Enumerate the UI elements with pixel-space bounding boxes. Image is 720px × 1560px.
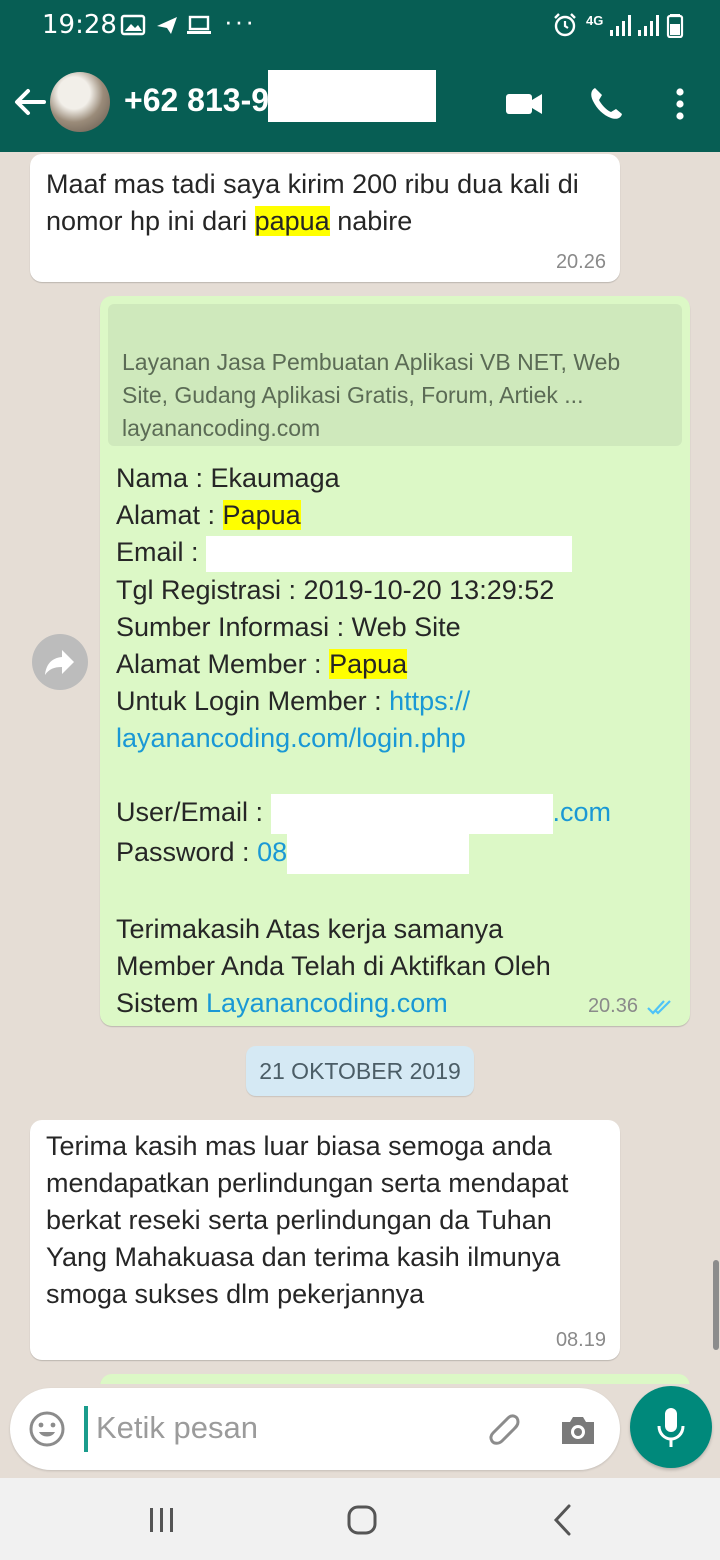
redacted-block [287, 833, 470, 874]
login-link[interactable]: https:// [389, 686, 470, 716]
email-link[interactable]: .com [553, 797, 612, 827]
label: Password : [116, 837, 258, 867]
message-input[interactable]: Ketik pesan [96, 1410, 258, 1446]
label: Untuk Login Member : [116, 685, 390, 716]
menu-dots-icon[interactable] [658, 82, 702, 126]
alarm-icon [554, 13, 576, 37]
signal-icon [610, 15, 631, 36]
incoming-message[interactable]: Terima kasih mas luar biasa semoga anda … [30, 1120, 620, 1360]
redacted-block [206, 535, 573, 572]
line-nama: Nama : Ekaumaga [116, 463, 340, 493]
site-link[interactable]: Layanancoding.com [206, 988, 448, 1018]
message-text-part: nabire [329, 206, 413, 236]
chat-header: +62 813-9 [0, 52, 720, 152]
label: Alamat Member : [116, 648, 330, 679]
forward-button[interactable] [32, 634, 88, 690]
link-preview-domain: layanancoding.com [122, 415, 321, 441]
line-alamat-member: Alamat Member : Papua [116, 646, 678, 683]
microphone-icon [657, 1408, 685, 1447]
gallery-icon [120, 14, 146, 36]
voice-record-button[interactable] [630, 1386, 712, 1468]
login-link[interactable]: layanancoding.com/login.php [116, 720, 678, 757]
outgoing-message[interactable]: Layanan Jasa Pembuatan Aplikasi VB NET, … [100, 296, 690, 1026]
attach-icon[interactable] [484, 1408, 524, 1452]
line-tgl: Tgl Registrasi : 2019-10-20 13:29:52 [116, 574, 555, 605]
highlighted-word: papua [254, 206, 330, 236]
recent-apps-icon[interactable] [142, 1500, 182, 1540]
more-notifications-icon: ··· [224, 6, 256, 36]
line-sumber: Sumber Informasi : Web Site [116, 611, 461, 642]
redacted-block [270, 793, 553, 834]
line-email: Email : [116, 534, 678, 572]
outgoing-message[interactable] [100, 1374, 690, 1384]
label: User/Email : [116, 797, 271, 827]
incoming-message[interactable]: Maaf mas tadi saya kirim 200 ribu dua ka… [30, 154, 620, 282]
label: Sistem [116, 987, 207, 1018]
emoji-icon[interactable] [28, 1410, 66, 1448]
text-cursor [84, 1406, 88, 1452]
battery-icon [666, 14, 684, 38]
label: Email : [116, 537, 207, 567]
line-login: Untuk Login Member : https:// [116, 683, 678, 720]
highlighted-word: Papua [222, 500, 301, 530]
line-thanks: Member Anda Telah di Aktifkan Oleh [116, 950, 551, 981]
message-text: Terima kasih mas luar biasa semoga anda … [46, 1131, 569, 1309]
line-password: Password : 08 [116, 833, 678, 874]
forward-icon [45, 650, 74, 675]
message-time: 08.19 [555, 1329, 606, 1351]
link-preview-title: Layanan Jasa Pembuatan Aplikasi VB NET, … [122, 349, 621, 408]
phone-link[interactable]: 08 [257, 837, 287, 867]
avatar[interactable] [50, 72, 110, 132]
message-time: 20.36 [587, 995, 638, 1017]
line-user: User/Email : .com [116, 793, 678, 834]
network-type-label: 4G [586, 13, 604, 28]
message-list[interactable]: Maaf mas tadi saya kirim 200 ribu dua ka… [0, 152, 720, 1384]
scrollbar[interactable] [713, 1260, 719, 1350]
system-nav-bar [0, 1478, 720, 1560]
redacted-block [268, 70, 436, 122]
plane-icon [157, 17, 177, 34]
read-receipt-icon [647, 1000, 671, 1015]
line-thanks: Terimakasih Atas kerja samanya [116, 913, 504, 944]
video-call-icon[interactable] [502, 82, 546, 126]
line-alamat: Alamat : Papua [116, 497, 678, 534]
message-time: 20.26 [555, 251, 606, 273]
date-separator: 21 OKTOBER 2019 [246, 1046, 474, 1096]
home-icon[interactable] [342, 1500, 382, 1540]
back-icon[interactable] [544, 1500, 584, 1540]
message-text: Maaf mas tadi saya kirim 200 ribu dua ka… [46, 166, 606, 240]
contact-name[interactable]: +62 813-9 [124, 82, 269, 119]
status-time: 19:28 [42, 10, 117, 40]
voice-call-icon[interactable] [584, 82, 628, 126]
label: Alamat : [116, 500, 223, 530]
message-composer[interactable]: Ketik pesan [10, 1388, 620, 1470]
signal-2-icon [638, 15, 659, 36]
status-bar: 19:28 ··· 4G [0, 0, 720, 52]
back-arrow-icon[interactable] [10, 80, 50, 124]
laptop-icon [187, 15, 211, 34]
camera-icon[interactable] [558, 1410, 598, 1450]
message-text: Nama : Ekaumaga Alamat : Papua Email : T… [116, 460, 678, 1022]
link-preview[interactable]: Layanan Jasa Pembuatan Aplikasi VB NET, … [108, 304, 682, 446]
highlighted-word: Papua [329, 648, 408, 679]
